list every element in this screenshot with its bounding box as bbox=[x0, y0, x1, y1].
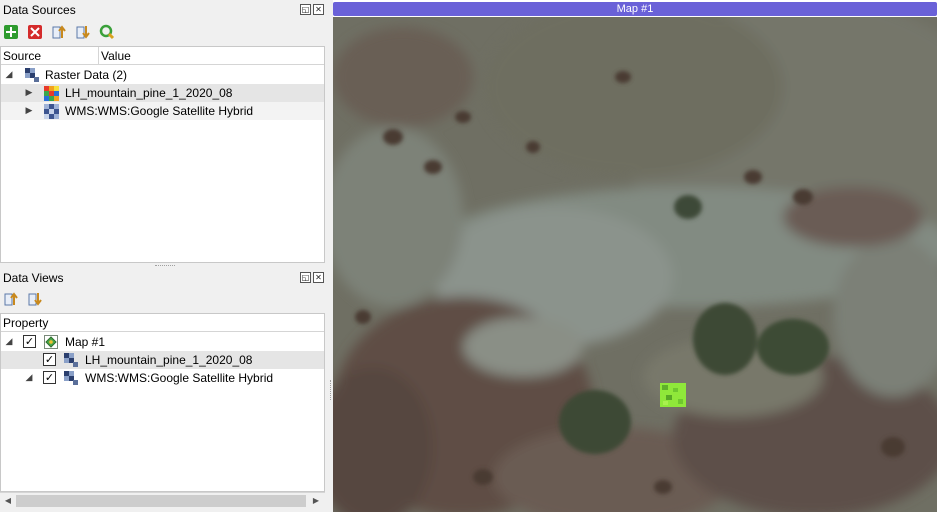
refresh-icon[interactable] bbox=[99, 24, 115, 40]
scroll-right-icon[interactable]: ▶ bbox=[309, 494, 323, 508]
view-layer-mountain-pine[interactable]: ✓ LH_mountain_pine_1_2020_08 bbox=[1, 351, 324, 369]
collapsed-arrow-icon[interactable]: ▶ bbox=[24, 102, 34, 120]
scrollbar-thumb[interactable] bbox=[16, 495, 306, 507]
raster-group-icon bbox=[25, 68, 39, 82]
float-panel-button[interactable]: ◱ bbox=[300, 272, 311, 283]
view-layer-label: LH_mountain_pine_1_2020_08 bbox=[85, 353, 253, 367]
layer-visibility-checkbox[interactable]: ✓ bbox=[43, 353, 56, 366]
view-layer-google-satellite[interactable]: ◢ ✓ WMS:WMS:Google Satellite Hybrid bbox=[1, 369, 324, 387]
source-item-label: WMS:WMS:Google Satellite Hybrid bbox=[65, 104, 254, 118]
scroll-left-icon[interactable]: ◀ bbox=[1, 494, 15, 508]
move-up-icon[interactable] bbox=[3, 291, 19, 307]
close-panel-button[interactable]: ✕ bbox=[313, 4, 324, 15]
add-icon[interactable] bbox=[3, 24, 19, 40]
source-item-label: LH_mountain_pine_1_2020_08 bbox=[65, 86, 233, 100]
source-item-google-satellite[interactable]: ▶ WMS:WMS:Google Satellite Hybrid bbox=[1, 102, 324, 120]
property-column-header[interactable]: Property bbox=[1, 314, 324, 331]
float-panel-button[interactable]: ◱ bbox=[300, 4, 311, 15]
source-column-header[interactable]: Source bbox=[1, 47, 99, 64]
map-visibility-checkbox[interactable]: ✓ bbox=[23, 335, 36, 348]
raster-data-group[interactable]: ◢ Raster Data (2) bbox=[1, 66, 324, 84]
data-sources-tree[interactable]: Source Value ◢ Raster Data (2) ▶ LH_moun… bbox=[0, 46, 325, 263]
raster-data-label: Raster Data (2) bbox=[45, 68, 128, 82]
layer-visibility-checkbox[interactable]: ✓ bbox=[43, 371, 56, 384]
raster-layer-icon bbox=[64, 353, 78, 367]
colored-raster-icon bbox=[44, 86, 59, 101]
data-views-header: Property bbox=[1, 314, 324, 332]
expand-arrow-icon[interactable]: ◢ bbox=[4, 333, 14, 351]
map-icon bbox=[44, 335, 58, 349]
data-sources-toolbar bbox=[3, 22, 115, 42]
left-dock: Data Sources ◱ ✕ Source Value ◢ Raster D… bbox=[0, 0, 328, 512]
view-layer-label: WMS:WMS:Google Satellite Hybrid bbox=[85, 371, 274, 385]
wms-layer-icon bbox=[44, 104, 59, 119]
data-views-tree[interactable]: Property ◢ ✓ Map #1 ✓ LH_mountain_pine_1… bbox=[0, 313, 325, 492]
data-sources-title: Data Sources bbox=[3, 3, 76, 17]
mountain-pine-raster-overlay bbox=[660, 383, 686, 407]
expand-arrow-icon[interactable]: ◢ bbox=[4, 66, 14, 84]
data-views-title: Data Views bbox=[3, 271, 64, 285]
remove-icon[interactable] bbox=[27, 24, 43, 40]
close-panel-button[interactable]: ✕ bbox=[313, 272, 324, 283]
move-down-icon[interactable] bbox=[75, 24, 91, 40]
data-sources-header: Source Value bbox=[1, 47, 324, 65]
map-canvas[interactable] bbox=[333, 17, 937, 512]
move-up-icon[interactable] bbox=[51, 24, 67, 40]
data-sources-title-bar: Data Sources ◱ ✕ bbox=[0, 0, 328, 20]
data-views-title-bar: Data Views ◱ ✕ bbox=[0, 268, 328, 288]
data-views-toolbar bbox=[3, 289, 43, 309]
value-column-header[interactable]: Value bbox=[99, 47, 324, 64]
map-title-bar[interactable]: Map #1 bbox=[333, 2, 937, 16]
map-view-label: Map #1 bbox=[65, 335, 106, 349]
map-view-item[interactable]: ◢ ✓ Map #1 bbox=[1, 333, 324, 351]
wms-layer-icon bbox=[64, 371, 78, 385]
move-down-icon[interactable] bbox=[27, 291, 43, 307]
horizontal-scrollbar[interactable]: ◀ ▶ bbox=[0, 492, 325, 508]
satellite-imagery bbox=[333, 17, 937, 512]
map-view: Map #1 bbox=[333, 0, 937, 512]
source-item-mountain-pine[interactable]: ▶ LH_mountain_pine_1_2020_08 bbox=[1, 84, 324, 102]
expand-arrow-icon[interactable]: ◢ bbox=[24, 369, 34, 387]
collapsed-arrow-icon[interactable]: ▶ bbox=[24, 84, 34, 102]
